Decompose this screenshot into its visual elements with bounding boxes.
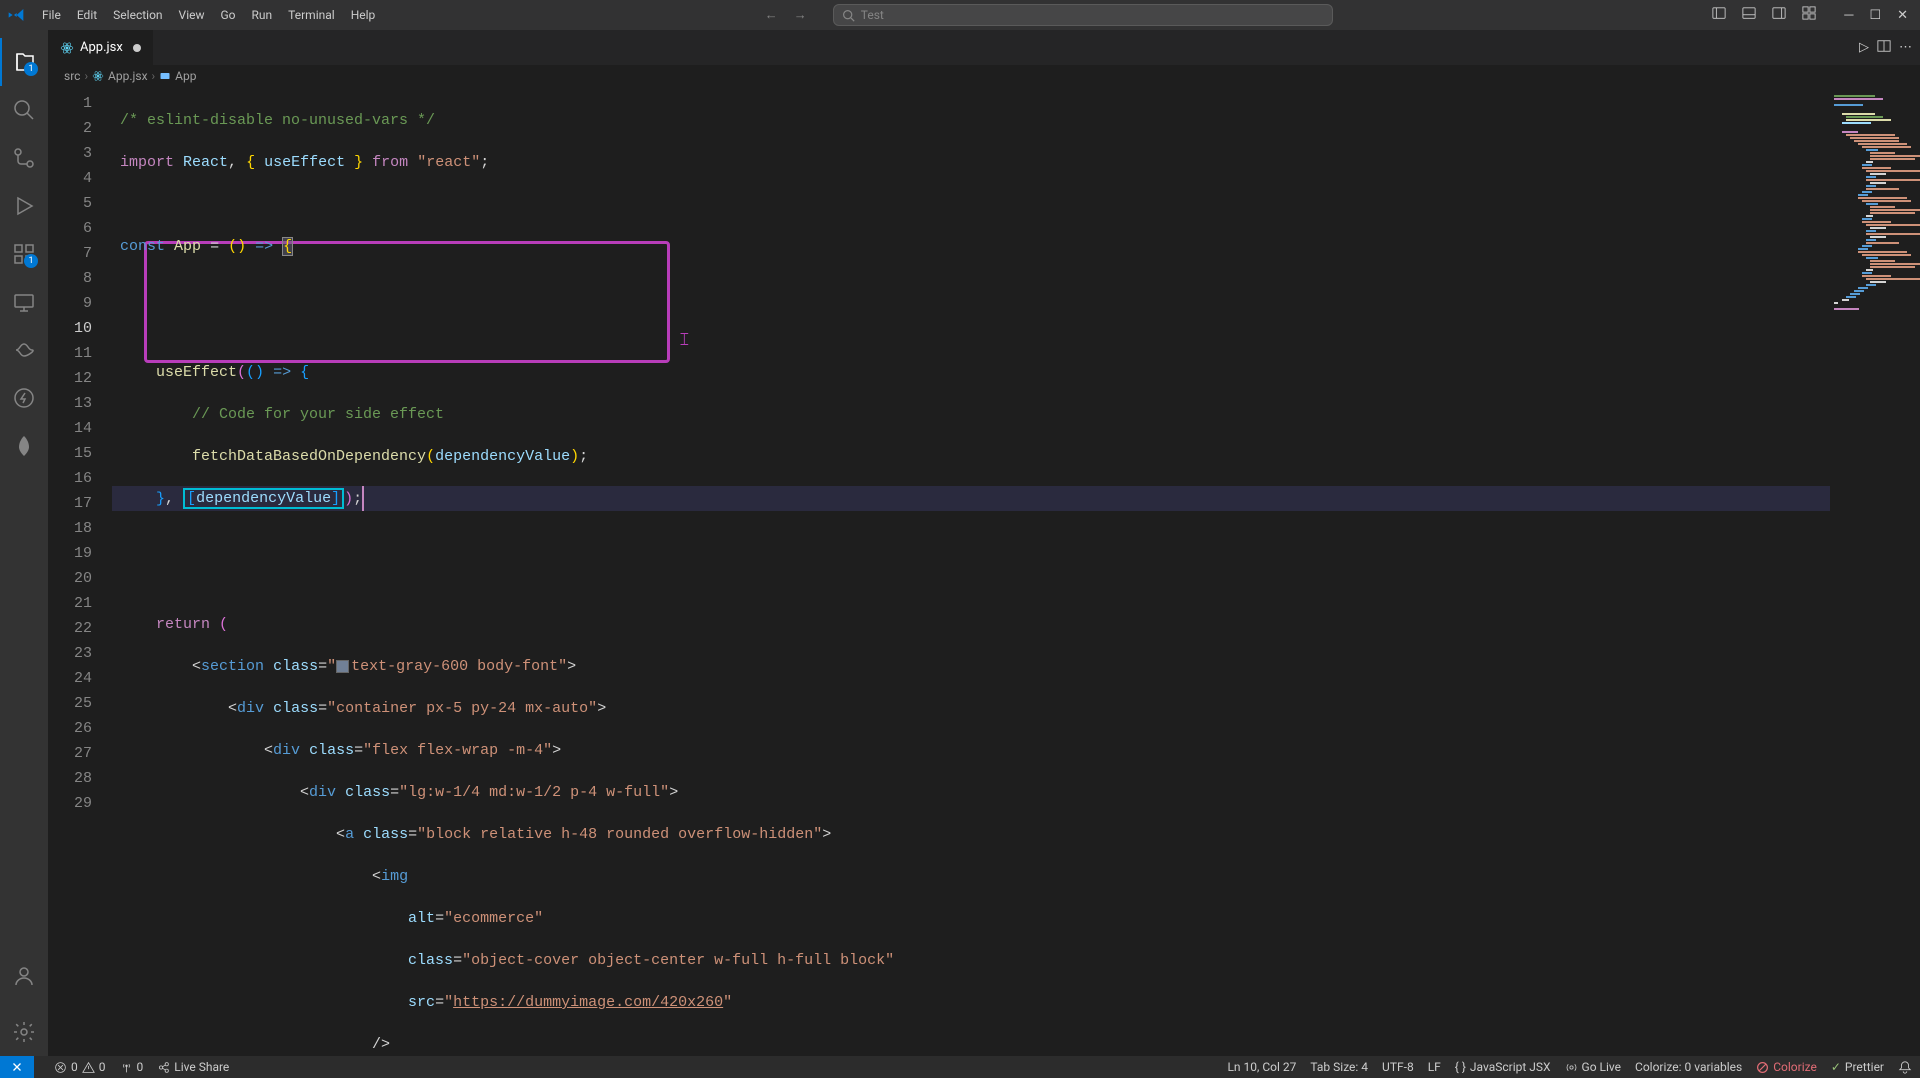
status-problems[interactable]: 0 0 xyxy=(54,1060,106,1074)
editor-content[interactable]: 𝙸 123 456 789 101112 131415 161718 19202… xyxy=(48,87,1920,1056)
activity-run-debug[interactable] xyxy=(0,182,48,230)
status-language[interactable]: { } JavaScript JSX xyxy=(1455,1060,1551,1074)
react-file-icon xyxy=(92,70,104,82)
file-tab-app-jsx[interactable]: App.jsx xyxy=(48,30,154,65)
menu-edit[interactable]: Edit xyxy=(69,4,105,26)
status-ports[interactable]: 0 xyxy=(120,1060,144,1074)
code-area[interactable]: /* eslint-disable no-unused-vars */ impo… xyxy=(112,87,1830,1056)
status-ln-col[interactable]: Ln 10, Col 27 xyxy=(1227,1060,1296,1074)
vscode-logo-icon xyxy=(8,7,24,23)
tab-bar: App.jsx ▷ ⋯ xyxy=(48,30,1920,65)
error-icon xyxy=(54,1061,67,1074)
command-center-search[interactable]: Test xyxy=(833,4,1333,26)
activity-bar: 1 1 xyxy=(0,30,48,1056)
activity-account[interactable] xyxy=(0,952,48,1000)
menu-terminal[interactable]: Terminal xyxy=(280,4,343,26)
no-icon xyxy=(1756,1061,1769,1074)
status-go-live[interactable]: Go Live xyxy=(1565,1060,1621,1074)
activity-search[interactable] xyxy=(0,86,48,134)
check-icon: ✓ xyxy=(1831,1060,1841,1074)
nav-forward-icon[interactable]: → xyxy=(788,5,813,25)
breadcrumb-file[interactable]: App.jsx xyxy=(92,69,148,83)
activity-extensions[interactable]: 1 xyxy=(0,230,48,278)
status-prettier[interactable]: ✓ Prettier xyxy=(1831,1060,1884,1074)
minimap[interactable] xyxy=(1830,87,1920,1056)
tab-actions: ▷ ⋯ xyxy=(1851,30,1920,65)
chevron-right-icon: › xyxy=(152,69,156,83)
line-number-gutter[interactable]: 123 456 789 101112 131415 161718 192021 … xyxy=(48,87,112,1056)
breadcrumb-src[interactable]: src xyxy=(64,69,80,83)
symbol-variable-icon xyxy=(159,70,171,82)
breadcrumb-symbol[interactable]: App xyxy=(159,69,196,83)
activity-codeium[interactable] xyxy=(0,326,48,374)
activity-thunder[interactable] xyxy=(0,374,48,422)
layout-sidebar-right-icon[interactable] xyxy=(1768,4,1790,26)
live-share-icon xyxy=(157,1061,170,1074)
status-tab-size[interactable]: Tab Size: 4 xyxy=(1310,1060,1368,1074)
menu-selection[interactable]: Selection xyxy=(105,4,170,26)
warning-icon xyxy=(82,1061,95,1074)
menu-view[interactable]: View xyxy=(171,4,213,26)
bell-icon xyxy=(1898,1060,1912,1074)
menu-file[interactable]: File xyxy=(34,4,69,26)
unsaved-dot-icon xyxy=(133,44,141,52)
status-bar: 0 0 0 Live Share Ln 10, Col 27 Tab Size:… xyxy=(0,1056,1920,1078)
run-file-icon[interactable]: ▷ xyxy=(1859,40,1869,55)
status-encoding[interactable]: UTF-8 xyxy=(1382,1060,1414,1074)
activity-source-control[interactable] xyxy=(0,134,48,182)
customize-layout-icon[interactable] xyxy=(1798,4,1820,26)
more-actions-icon[interactable]: ⋯ xyxy=(1899,40,1912,55)
split-editor-icon[interactable] xyxy=(1877,39,1891,57)
layout-sidebar-left-icon[interactable] xyxy=(1708,4,1730,26)
status-eol[interactable]: LF xyxy=(1428,1060,1441,1074)
status-colorize-toggle[interactable]: Colorize xyxy=(1756,1060,1817,1074)
titlebar-right: ─ ☐ ✕ xyxy=(1708,4,1912,26)
radio-tower-icon xyxy=(120,1061,133,1074)
broadcast-icon xyxy=(1565,1061,1578,1074)
menu-run[interactable]: Run xyxy=(244,4,281,26)
search-placeholder: Test xyxy=(861,8,884,22)
menu-help[interactable]: Help xyxy=(343,4,384,26)
close-icon[interactable]: ✕ xyxy=(1893,6,1912,25)
extensions-badge: 1 xyxy=(24,254,38,268)
status-feedback[interactable] xyxy=(1898,1060,1912,1074)
layout-panel-icon[interactable] xyxy=(1738,4,1760,26)
menu-go[interactable]: Go xyxy=(213,4,244,26)
minimize-icon[interactable]: ─ xyxy=(1840,5,1857,25)
breadcrumb-bar[interactable]: src › App.jsx › App xyxy=(48,65,1920,87)
activity-remote[interactable] xyxy=(0,278,48,326)
status-colorize-vars[interactable]: Colorize: 0 variables xyxy=(1635,1060,1742,1074)
remote-button[interactable] xyxy=(0,1056,34,1078)
explorer-badge: 1 xyxy=(24,62,38,76)
activity-mongodb[interactable] xyxy=(0,422,48,470)
react-file-icon xyxy=(60,41,74,55)
editor-area: App.jsx ▷ ⋯ src › App.jsx › App xyxy=(48,30,1920,1056)
menu-bar: File Edit Selection View Go Run Terminal… xyxy=(34,4,383,26)
titlebar-center: ← → Test xyxy=(383,4,1708,26)
activity-settings[interactable] xyxy=(0,1008,48,1056)
maximize-icon[interactable]: ☐ xyxy=(1865,6,1885,25)
status-live-share[interactable]: Live Share xyxy=(157,1060,229,1074)
titlebar: File Edit Selection View Go Run Terminal… xyxy=(0,0,1920,30)
file-tab-name: App.jsx xyxy=(80,40,123,55)
nav-back-icon[interactable]: ← xyxy=(759,5,784,25)
search-icon xyxy=(842,9,855,22)
activity-explorer[interactable]: 1 xyxy=(0,38,48,86)
chevron-right-icon: › xyxy=(84,69,88,83)
